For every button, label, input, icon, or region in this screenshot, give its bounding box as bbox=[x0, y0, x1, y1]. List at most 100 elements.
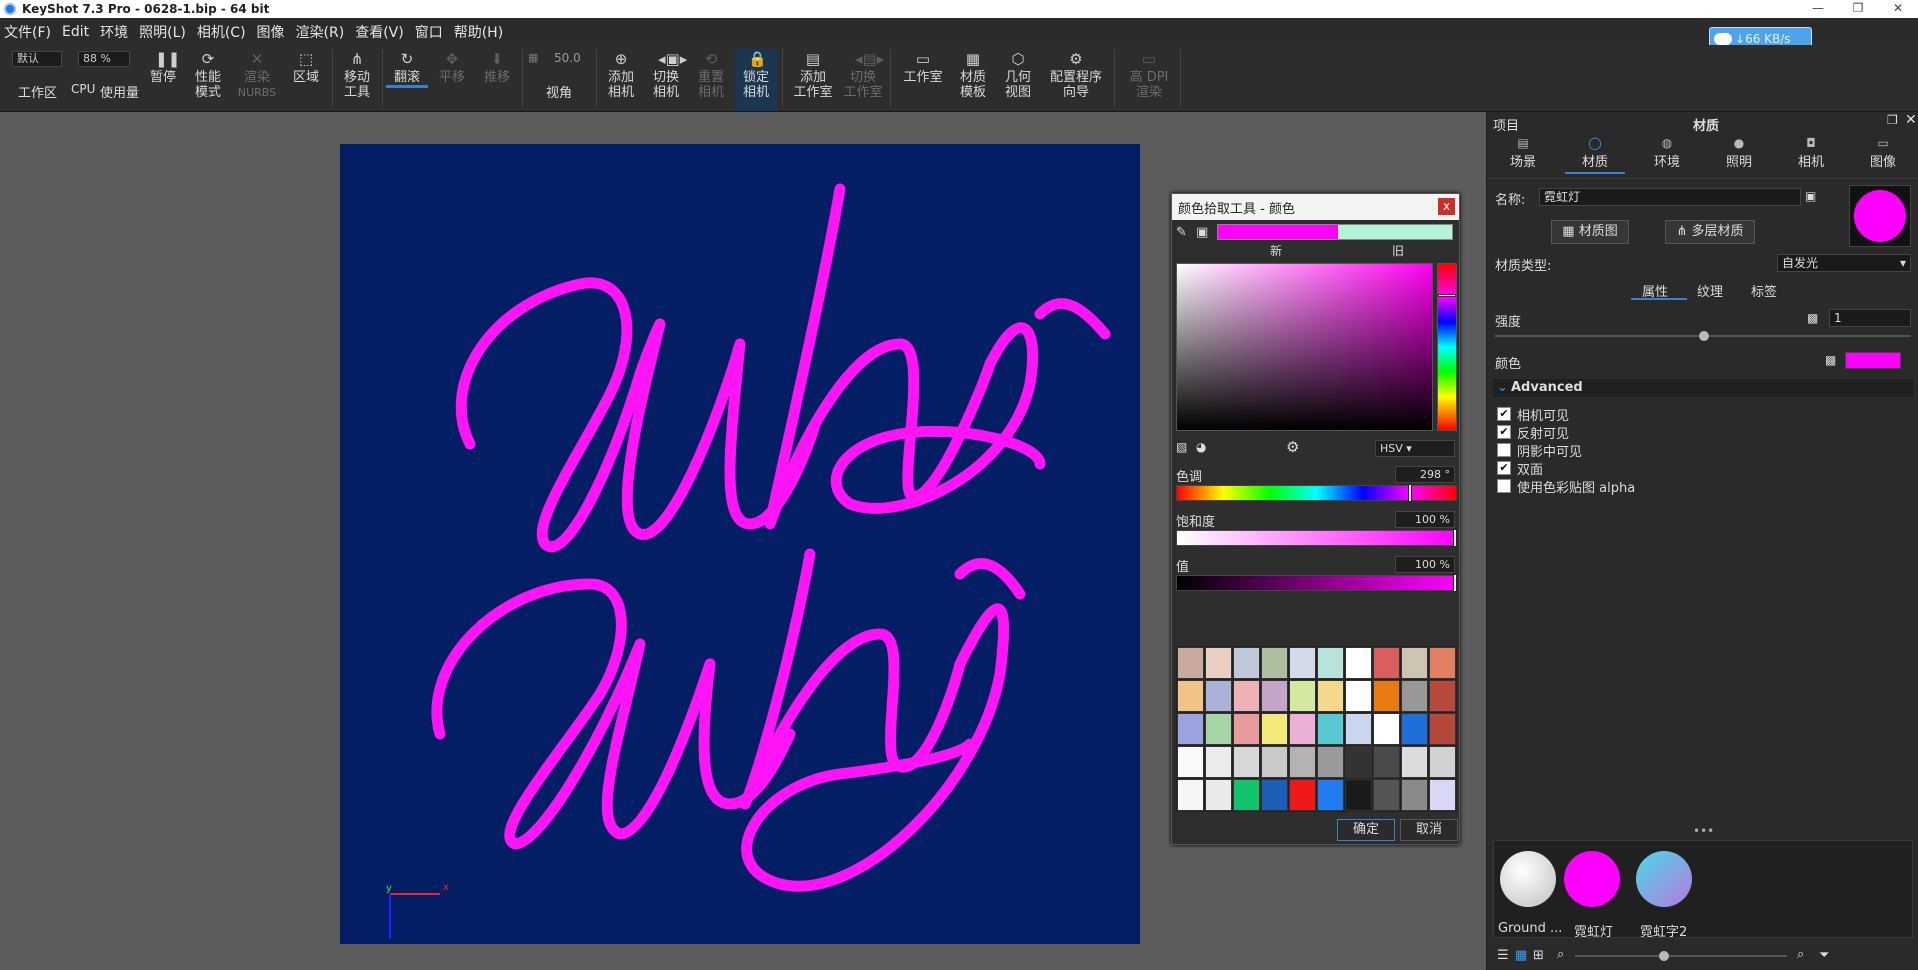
menu-render[interactable]: 渲染(R) bbox=[296, 22, 345, 42]
saturation-slider-thumb[interactable] bbox=[1453, 529, 1457, 547]
material-type-select[interactable]: 自发光 ▾ bbox=[1777, 254, 1911, 272]
color-mode-select[interactable]: HSV ▾ bbox=[1375, 440, 1455, 457]
save-material-icon[interactable]: ▣ bbox=[1805, 189, 1816, 203]
tumble-button[interactable]: ↻ 翻滚 bbox=[386, 49, 428, 88]
palette-swatch[interactable] bbox=[1205, 680, 1232, 712]
checkbox-2[interactable] bbox=[1497, 443, 1511, 457]
palette-swatch[interactable] bbox=[1261, 713, 1288, 745]
palette-mode-icon[interactable]: ▧ bbox=[1176, 440, 1187, 454]
palette-swatch[interactable] bbox=[1205, 779, 1232, 811]
saturation-value-field[interactable]: 100 % bbox=[1395, 511, 1455, 528]
hue-value-field[interactable]: 298 ° bbox=[1395, 466, 1455, 483]
subtab-labels[interactable]: 标签 bbox=[1751, 281, 1777, 300]
palette-swatch[interactable] bbox=[1177, 680, 1204, 712]
palette-swatch[interactable] bbox=[1233, 680, 1260, 712]
close-window-button[interactable]: ✕ bbox=[1878, 0, 1918, 18]
lock-camera-button[interactable]: 🔒 锁定 相机 bbox=[735, 49, 777, 111]
more-dots-icon[interactable]: ••• bbox=[1693, 824, 1714, 838]
material-thumb-ground[interactable] bbox=[1500, 851, 1556, 907]
palette-swatch[interactable] bbox=[1289, 713, 1316, 745]
menu-lighting[interactable]: 照明(L) bbox=[139, 22, 186, 42]
tab-camera[interactable]: ◘ 相机 bbox=[1781, 134, 1841, 174]
pause-button[interactable]: ❚❚ 暂停 bbox=[142, 49, 184, 85]
color-picker-titlebar[interactable]: 颜色拾取工具 - 颜色 x bbox=[1172, 194, 1459, 220]
close-panel-icon[interactable]: ✕ bbox=[1905, 112, 1917, 128]
palette-swatch[interactable] bbox=[1205, 713, 1232, 745]
palette-swatch[interactable] bbox=[1345, 680, 1372, 712]
geometry-view-button[interactable]: ⬡ 几何 视图 bbox=[997, 49, 1039, 100]
cpu-usage-select[interactable]: 88 % bbox=[78, 51, 130, 67]
palette-swatch[interactable] bbox=[1317, 713, 1344, 745]
advanced-section-header[interactable]: ⌄ Advanced bbox=[1493, 379, 1913, 397]
palette-swatch[interactable] bbox=[1317, 647, 1344, 679]
saturation-value-field[interactable] bbox=[1176, 263, 1433, 431]
palette-swatch[interactable] bbox=[1205, 647, 1232, 679]
save-color-icon[interactable]: ▣ bbox=[1196, 225, 1208, 240]
menu-camera[interactable]: 相机(C) bbox=[197, 22, 246, 42]
checkbox-4[interactable] bbox=[1497, 479, 1511, 493]
palette-swatch[interactable] bbox=[1205, 746, 1232, 778]
cancel-button[interactable]: 取消 bbox=[1400, 819, 1458, 841]
palette-swatch[interactable] bbox=[1233, 647, 1260, 679]
material-graph-button[interactable]: ▦ 材质图 bbox=[1551, 220, 1629, 244]
zoom-out-icon[interactable]: ⌕ bbox=[1557, 947, 1564, 962]
value-value-field[interactable]: 100 % bbox=[1395, 556, 1455, 573]
palette-swatch[interactable] bbox=[1429, 746, 1456, 778]
render-nurbs-button[interactable]: ✕ 渲染 NURBS bbox=[236, 49, 278, 100]
pan-button[interactable]: ✥ 平移 bbox=[431, 49, 473, 85]
multi-material-button[interactable]: ⋔ 多层材质 bbox=[1665, 220, 1755, 244]
value-slider-thumb[interactable] bbox=[1453, 574, 1457, 592]
menu-help[interactable]: 帮助(H) bbox=[454, 22, 503, 42]
palette-swatch[interactable] bbox=[1233, 713, 1260, 745]
grid-view-icon[interactable]: ▦ bbox=[1515, 948, 1527, 963]
undock-icon[interactable]: ❐ bbox=[1887, 113, 1898, 127]
tab-environment[interactable]: ◍ 环境 bbox=[1637, 134, 1697, 174]
hue-slider[interactable] bbox=[1176, 484, 1457, 502]
palette-swatch[interactable] bbox=[1317, 680, 1344, 712]
region-button[interactable]: ⬚ 区域 bbox=[285, 49, 327, 85]
old-color-swatch[interactable] bbox=[1338, 225, 1452, 239]
palette-swatch[interactable] bbox=[1261, 647, 1288, 679]
palette-swatch[interactable] bbox=[1317, 746, 1344, 778]
hue-slider-thumb[interactable] bbox=[1408, 484, 1412, 502]
palette-swatch[interactable] bbox=[1289, 779, 1316, 811]
switch-camera-button[interactable]: ◂▣▸ 切换 相机 bbox=[645, 49, 687, 100]
palette-swatch[interactable] bbox=[1289, 746, 1316, 778]
palette-swatch[interactable] bbox=[1345, 713, 1372, 745]
value-slider[interactable] bbox=[1176, 574, 1457, 592]
zoom-in-icon[interactable]: ⌕ bbox=[1797, 947, 1804, 962]
palette-swatch[interactable] bbox=[1261, 680, 1288, 712]
palette-swatch[interactable] bbox=[1373, 647, 1400, 679]
checkbox-1[interactable]: ✔ bbox=[1497, 425, 1511, 439]
material-template-button[interactable]: ▦ 材质 模板 bbox=[952, 49, 994, 100]
add-studio-button[interactable]: ▤ 添加 工作室 bbox=[790, 49, 836, 100]
reset-camera-button[interactable]: ⟲ 重置 相机 bbox=[690, 49, 732, 100]
menu-edit[interactable]: Edit bbox=[62, 24, 89, 40]
palette-swatch[interactable] bbox=[1401, 647, 1428, 679]
move-tool-button[interactable]: ⋔ 移动 工具 bbox=[336, 49, 378, 100]
palette-swatch[interactable] bbox=[1345, 779, 1372, 811]
palette-swatch[interactable] bbox=[1289, 647, 1316, 679]
menu-window[interactable]: 窗口 bbox=[415, 22, 443, 42]
switch-studio-button[interactable]: ◂▤▸ 切换 工作室 bbox=[840, 49, 886, 100]
restore-button[interactable]: ❐ bbox=[1838, 0, 1878, 18]
ok-button[interactable]: 确定 bbox=[1337, 819, 1395, 841]
palette-swatch[interactable] bbox=[1345, 647, 1372, 679]
configurator-wizard-button[interactable]: ⚙ 配置程序 向导 bbox=[1046, 49, 1106, 100]
eyedropper-icon[interactable]: ✎ bbox=[1176, 225, 1187, 240]
palette-swatch[interactable] bbox=[1401, 779, 1428, 811]
palette-swatch[interactable] bbox=[1373, 713, 1400, 745]
palette-swatch[interactable] bbox=[1261, 779, 1288, 811]
studio-button[interactable]: ▭ 工作室 bbox=[899, 49, 947, 85]
checkbox-0[interactable]: ✔ bbox=[1497, 407, 1511, 421]
saturation-slider[interactable] bbox=[1176, 529, 1457, 547]
material-thumb-neon2[interactable] bbox=[1636, 851, 1692, 907]
palette-swatch[interactable] bbox=[1317, 779, 1344, 811]
tab-image[interactable]: ▭ 图像 bbox=[1853, 134, 1913, 174]
palette-swatch[interactable] bbox=[1177, 713, 1204, 745]
subtab-textures[interactable]: 纹理 bbox=[1697, 281, 1723, 300]
palette-swatch[interactable] bbox=[1233, 779, 1260, 811]
color-swatch[interactable] bbox=[1845, 352, 1901, 369]
settings-gear-icon[interactable]: ⚙ bbox=[1286, 438, 1299, 456]
hidpi-render-button[interactable]: ▭ 高 DPI 渲染 bbox=[1124, 49, 1174, 100]
